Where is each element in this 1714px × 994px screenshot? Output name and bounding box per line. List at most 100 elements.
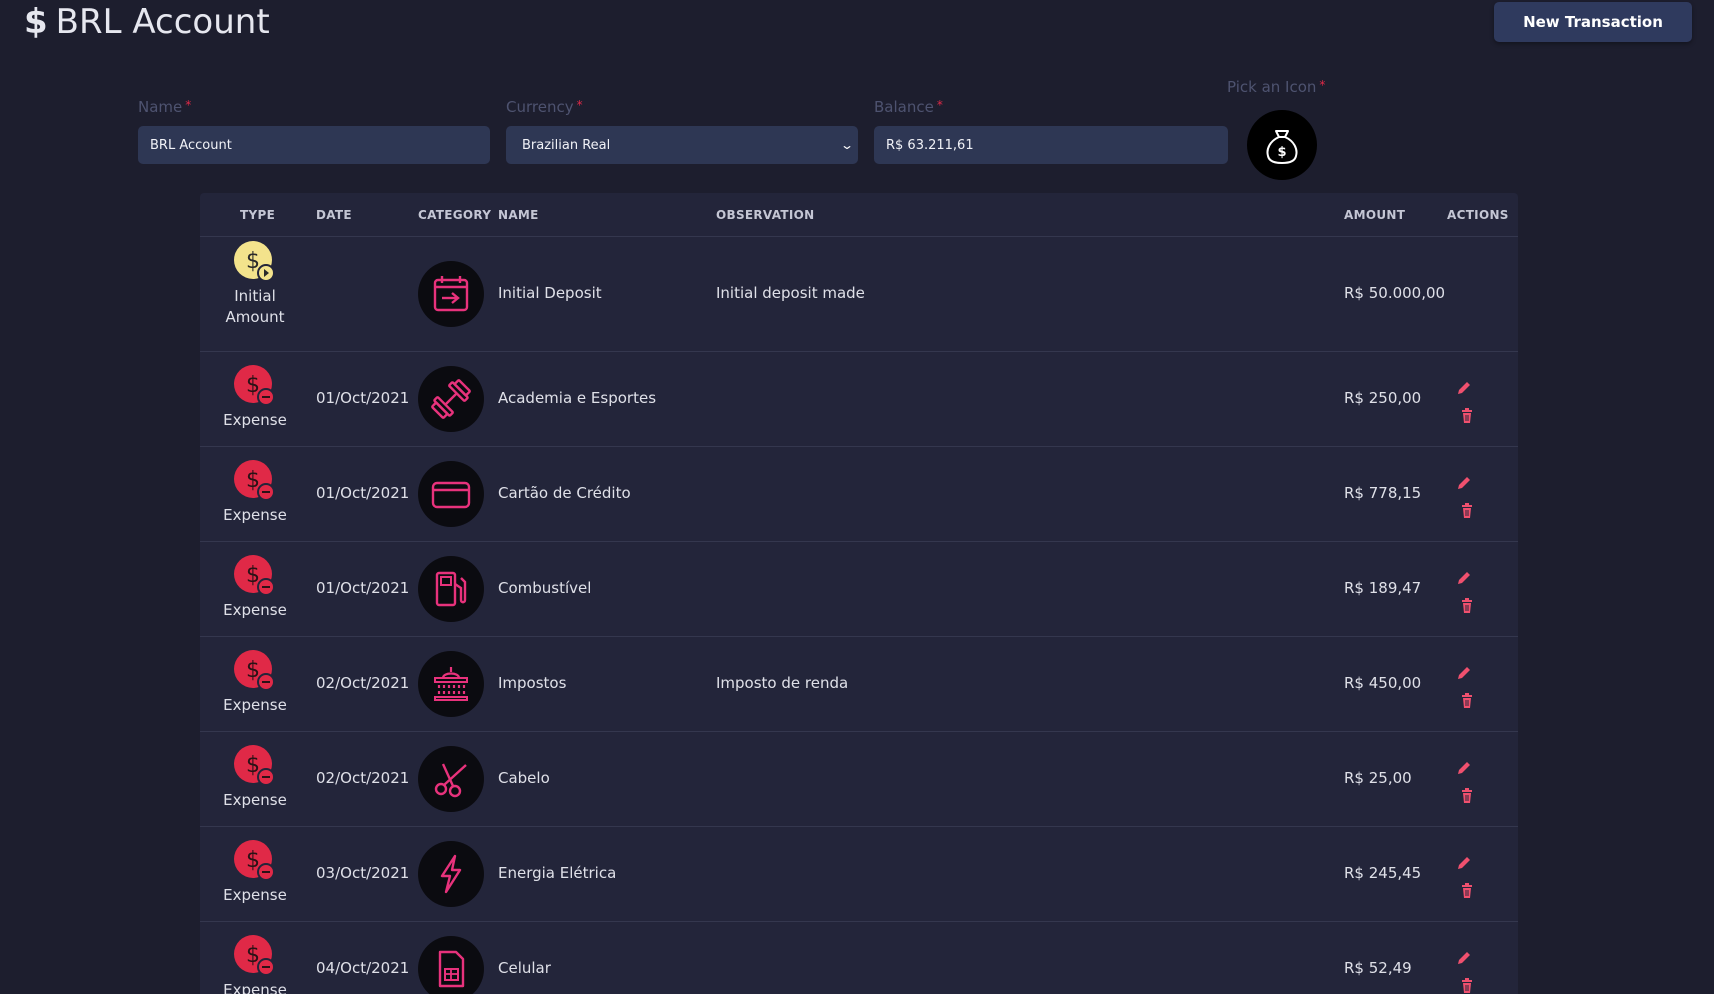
delete-trash-icon[interactable]	[1458, 502, 1478, 522]
currency-label-text: Currency	[506, 98, 574, 116]
date-cell: 04/Oct/2021	[316, 959, 410, 977]
type-cell: $ Expense	[210, 839, 300, 906]
credit-card-icon	[418, 461, 484, 527]
table-header: TYPE DATE CATEGORY NAME OBSERVATION AMOU…	[200, 193, 1518, 237]
type-label: Expense	[223, 981, 287, 994]
expense-icon: $	[233, 839, 277, 883]
date-cell: 02/Oct/2021	[316, 769, 410, 787]
type-label: Expense	[223, 696, 287, 714]
sim-card-icon	[418, 936, 484, 994]
table-row: $ Expense 04/Oct/2021 Celular R$ 52,49	[200, 922, 1518, 994]
type-cell: $ Expense	[210, 554, 300, 621]
name-field[interactable]: BRL Account	[138, 126, 490, 164]
currency-select[interactable]: Brazilian Real ⌄	[506, 126, 858, 164]
name-cell: Academia e Esportes	[498, 389, 657, 407]
type-cell: $ Expense	[210, 649, 300, 716]
edit-pencil-icon[interactable]	[1454, 568, 1474, 588]
type-label: Expense	[223, 601, 287, 619]
table-row: $ Expense 02/Oct/2021 Impostos Imposto d…	[200, 637, 1518, 732]
name-cell: Initial Deposit	[498, 284, 602, 302]
balance-field[interactable]: R$ 63.211,61	[874, 126, 1228, 164]
delete-trash-icon[interactable]	[1458, 597, 1478, 617]
currency-label: Currency *	[506, 98, 583, 116]
column-observation: OBSERVATION	[716, 208, 815, 222]
page-title: $ BRL Account	[24, 0, 270, 44]
expense-icon: $	[233, 459, 277, 503]
column-amount: AMOUNT	[1344, 208, 1406, 222]
column-name: NAME	[498, 208, 539, 222]
type-cell: $ Expense	[210, 744, 300, 811]
name-cell: Combustível	[498, 579, 592, 597]
delete-trash-icon[interactable]	[1458, 882, 1478, 902]
calendar-arrow-icon	[418, 261, 484, 327]
column-category: CATEGORY	[418, 208, 492, 222]
amount-cell: R$ 50.000,00	[1344, 284, 1446, 302]
delete-trash-icon[interactable]	[1458, 977, 1478, 994]
amount-cell: R$ 189,47	[1344, 579, 1422, 597]
type-label: Expense	[223, 506, 287, 524]
edit-pencil-icon[interactable]	[1454, 663, 1474, 683]
amount-cell: R$ 778,15	[1344, 484, 1422, 502]
expense-icon: $	[233, 934, 277, 978]
table-row: $ Expense 01/Oct/2021 Cartão de Crédito …	[200, 447, 1518, 542]
type-label: Expense	[223, 411, 287, 429]
edit-pencil-icon[interactable]	[1454, 853, 1474, 873]
delete-trash-icon[interactable]	[1458, 407, 1478, 427]
new-transaction-button[interactable]: New Transaction	[1494, 2, 1692, 42]
expense-icon: $	[233, 554, 277, 598]
government-building-icon	[418, 651, 484, 717]
table-row: $ Expense 01/Oct/2021 Academia e Esporte…	[200, 352, 1518, 447]
name-cell: Cartão de Crédito	[498, 484, 631, 502]
observation-cell: Initial deposit made	[716, 284, 865, 302]
dollar-icon: $	[24, 2, 48, 42]
name-field-value: BRL Account	[150, 137, 232, 153]
name-label-text: Name	[138, 98, 183, 116]
expense-icon: $	[233, 364, 277, 408]
type-cell: $ Expense	[210, 934, 300, 994]
amount-cell: R$ 250,00	[1344, 389, 1422, 407]
type-cell: $ Initial Amount	[210, 240, 300, 328]
type-label: Initial Amount	[225, 287, 285, 326]
table-row: $ Expense 03/Oct/2021 Energia Elétrica R…	[200, 827, 1518, 922]
app-page: $ BRL Account New Transaction Name * BRL …	[0, 0, 1714, 994]
icon-picker-label: Pick an Icon *	[1227, 78, 1325, 96]
icon-picker-button[interactable]: $	[1247, 110, 1317, 180]
date-cell: 02/Oct/2021	[316, 674, 410, 692]
date-cell: 03/Oct/2021	[316, 864, 410, 882]
amount-cell: R$ 52,49	[1344, 959, 1412, 977]
amount-cell: R$ 25,00	[1344, 769, 1412, 787]
balance-label: Balance *	[874, 98, 943, 116]
amount-cell: R$ 245,45	[1344, 864, 1422, 882]
delete-trash-icon[interactable]	[1458, 787, 1478, 807]
fuel-pump-icon	[418, 556, 484, 622]
edit-pencil-icon[interactable]	[1454, 948, 1474, 968]
edit-pencil-icon[interactable]	[1454, 758, 1474, 778]
name-cell: Impostos	[498, 674, 567, 692]
amount-cell: R$ 450,00	[1344, 674, 1422, 692]
column-date: DATE	[316, 208, 352, 222]
name-cell: Energia Elétrica	[498, 864, 617, 882]
expense-icon: $	[233, 649, 277, 693]
column-actions: ACTIONS	[1447, 208, 1509, 222]
transactions-table: TYPE DATE CATEGORY NAME OBSERVATION AMOU…	[200, 193, 1518, 994]
icon-picker-label-text: Pick an Icon	[1227, 78, 1317, 96]
money-bag-icon: $	[1266, 130, 1298, 164]
required-marker: *	[1319, 78, 1326, 92]
expense-icon: $	[233, 744, 277, 788]
date-cell: 01/Oct/2021	[316, 389, 410, 407]
type-cell: $ Expense	[210, 364, 300, 431]
initial-amount-icon: $	[233, 240, 277, 284]
currency-select-value: Brazilian Real	[522, 137, 611, 153]
required-marker: *	[936, 98, 943, 112]
svg-text:$: $	[1277, 145, 1286, 160]
type-label: Expense	[223, 791, 287, 809]
delete-trash-icon[interactable]	[1458, 692, 1478, 712]
chevron-down-icon: ⌄	[839, 138, 855, 152]
required-marker: *	[576, 98, 583, 112]
edit-pencil-icon[interactable]	[1454, 378, 1474, 398]
type-cell: $ Expense	[210, 459, 300, 526]
table-row: $ Expense 01/Oct/2021 Combustível R$ 189…	[200, 542, 1518, 637]
date-cell: 01/Oct/2021	[316, 484, 410, 502]
table-row: $ Expense 02/Oct/2021 Cabelo R$ 25,00	[200, 732, 1518, 827]
edit-pencil-icon[interactable]	[1454, 473, 1474, 493]
